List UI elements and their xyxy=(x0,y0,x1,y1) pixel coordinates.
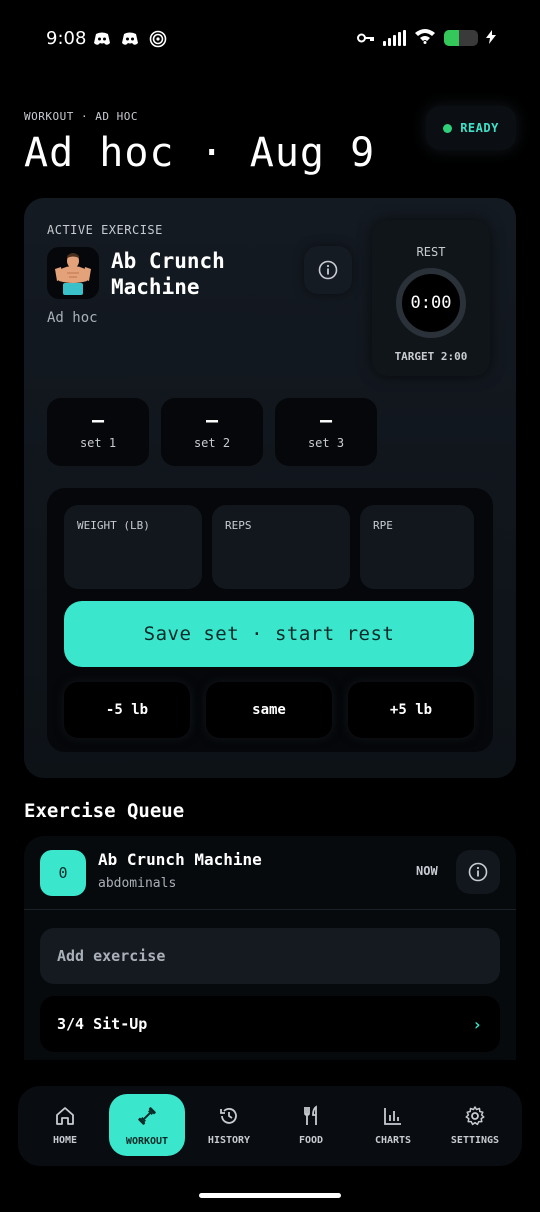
nav-history-label: HISTORY xyxy=(207,1134,251,1146)
exercise-avatar-icon xyxy=(47,247,99,299)
active-exercise-card: ACTIVE EXERCISE Ab Crunch Machine Ad hoc… xyxy=(24,198,516,778)
queue-index-badge: 0 xyxy=(40,850,86,896)
nav-workout[interactable]: WORKOUT xyxy=(109,1094,185,1156)
rest-label: REST xyxy=(416,245,446,259)
rest-ring: 0:00 xyxy=(396,268,466,338)
set-label: set 3 xyxy=(307,436,345,450)
set-fields: WEIGHT (LB) REPS RPE xyxy=(64,505,474,589)
exercise-name: Ab Crunch Machine xyxy=(111,249,225,299)
nav-history[interactable]: HISTORY xyxy=(191,1094,267,1156)
key-icon xyxy=(357,29,375,48)
nav-settings[interactable]: SETTINGS xyxy=(437,1094,513,1156)
queue-card: 0 Ab Crunch Machine abdominals NOW 3/4 S… xyxy=(24,836,516,1060)
home-indicator[interactable] xyxy=(199,1193,341,1198)
weight-adjust-row: -5 lb same +5 lb xyxy=(64,682,474,738)
same-weight-button[interactable]: same xyxy=(206,682,332,738)
weight-field-label: WEIGHT (LB) xyxy=(77,519,150,532)
plus-5-lb-button[interactable]: +5 lb xyxy=(348,682,474,738)
battery-icon xyxy=(444,30,478,46)
weight-field[interactable]: WEIGHT (LB) xyxy=(64,505,202,589)
active-exercise-label: ACTIVE EXERCISE xyxy=(47,223,163,237)
suggestion-name: 3/4 Sit-Up xyxy=(57,1015,148,1033)
dumbbell-icon xyxy=(138,1106,156,1125)
nav-charts[interactable]: CHARTS xyxy=(355,1094,431,1156)
queue-item[interactable]: 0 Ab Crunch Machine abdominals NOW xyxy=(24,836,516,910)
home-icon xyxy=(56,1106,74,1125)
set-tile-3[interactable]: – set 3 xyxy=(275,398,377,466)
utensils-icon xyxy=(304,1104,317,1125)
nav-food-label: FOOD xyxy=(298,1134,324,1146)
exercise-subtitle: Ad hoc xyxy=(47,310,98,326)
info-icon xyxy=(468,862,488,882)
queue-item-muscle: abdominals xyxy=(98,876,177,891)
bottom-nav: HOME WORKOUT HISTORY FOOD CHARTS SETTING… xyxy=(18,1086,522,1166)
queue-title: Exercise Queue xyxy=(24,800,185,822)
suggestion-item[interactable]: 3/4 Sit-Up › xyxy=(40,996,500,1052)
rpe-field-label: RPE xyxy=(373,519,393,532)
history-icon xyxy=(220,1107,237,1124)
chevron-right-icon: › xyxy=(472,1014,482,1034)
nav-home[interactable]: HOME xyxy=(27,1094,103,1156)
workout-eyebrow: WORKOUT · AD HOC xyxy=(24,110,138,123)
status-bar: 9:08 xyxy=(0,0,540,78)
wifi-icon xyxy=(414,28,436,48)
rest-timer[interactable]: REST 0:00 TARGET 2:00 xyxy=(372,220,490,376)
nav-settings-label: SETTINGS xyxy=(450,1134,500,1146)
set-label: set 2 xyxy=(193,436,231,450)
signal-icon xyxy=(383,30,406,46)
nav-food[interactable]: FOOD xyxy=(273,1094,349,1156)
nav-charts-label: CHARTS xyxy=(374,1134,412,1146)
status-badge: READY xyxy=(426,106,516,150)
rest-time: 0:00 xyxy=(410,293,452,313)
nav-workout-label: WORKOUT xyxy=(125,1135,169,1147)
notification-icons xyxy=(92,30,168,48)
status-badge-label: READY xyxy=(460,121,499,135)
set-tile-1[interactable]: – set 1 xyxy=(47,398,149,466)
set-value: – xyxy=(205,408,219,432)
spiral-icon xyxy=(148,30,168,48)
queue-now-tag: NOW xyxy=(416,864,438,878)
nav-home-label: HOME xyxy=(52,1134,78,1146)
page-title: Ad hoc · Aug 9 xyxy=(24,130,376,176)
set-tile-2[interactable]: – set 2 xyxy=(161,398,263,466)
rpe-field[interactable]: RPE xyxy=(360,505,474,589)
rest-target: TARGET 2:00 xyxy=(394,350,468,363)
discord-icon xyxy=(120,30,140,48)
reps-field[interactable]: REPS xyxy=(212,505,350,589)
save-set-button[interactable]: Save set · start rest xyxy=(64,601,474,667)
reps-field-label: REPS xyxy=(225,519,252,532)
exercise-info-button[interactable] xyxy=(304,246,352,294)
set-value: – xyxy=(319,408,333,432)
set-value: – xyxy=(91,408,105,432)
discord-icon xyxy=(92,30,112,48)
info-icon xyxy=(318,260,338,280)
queue-item-name: Ab Crunch Machine xyxy=(98,850,262,869)
system-icons xyxy=(357,28,496,48)
set-label: set 1 xyxy=(79,436,117,450)
queue-item-info-button[interactable] xyxy=(456,850,500,894)
status-time: 9:08 xyxy=(46,28,87,49)
gear-icon xyxy=(465,1105,485,1125)
add-exercise-input[interactable] xyxy=(40,928,500,984)
bar-chart-icon xyxy=(384,1107,401,1125)
charging-bolt-icon xyxy=(486,29,496,48)
ready-dot-icon xyxy=(443,123,453,133)
set-tiles: – set 1 – set 2 – set 3 xyxy=(47,398,377,466)
set-input-panel: WEIGHT (LB) REPS RPE Save set · start re… xyxy=(47,488,493,752)
minus-5-lb-button[interactable]: -5 lb xyxy=(64,682,190,738)
